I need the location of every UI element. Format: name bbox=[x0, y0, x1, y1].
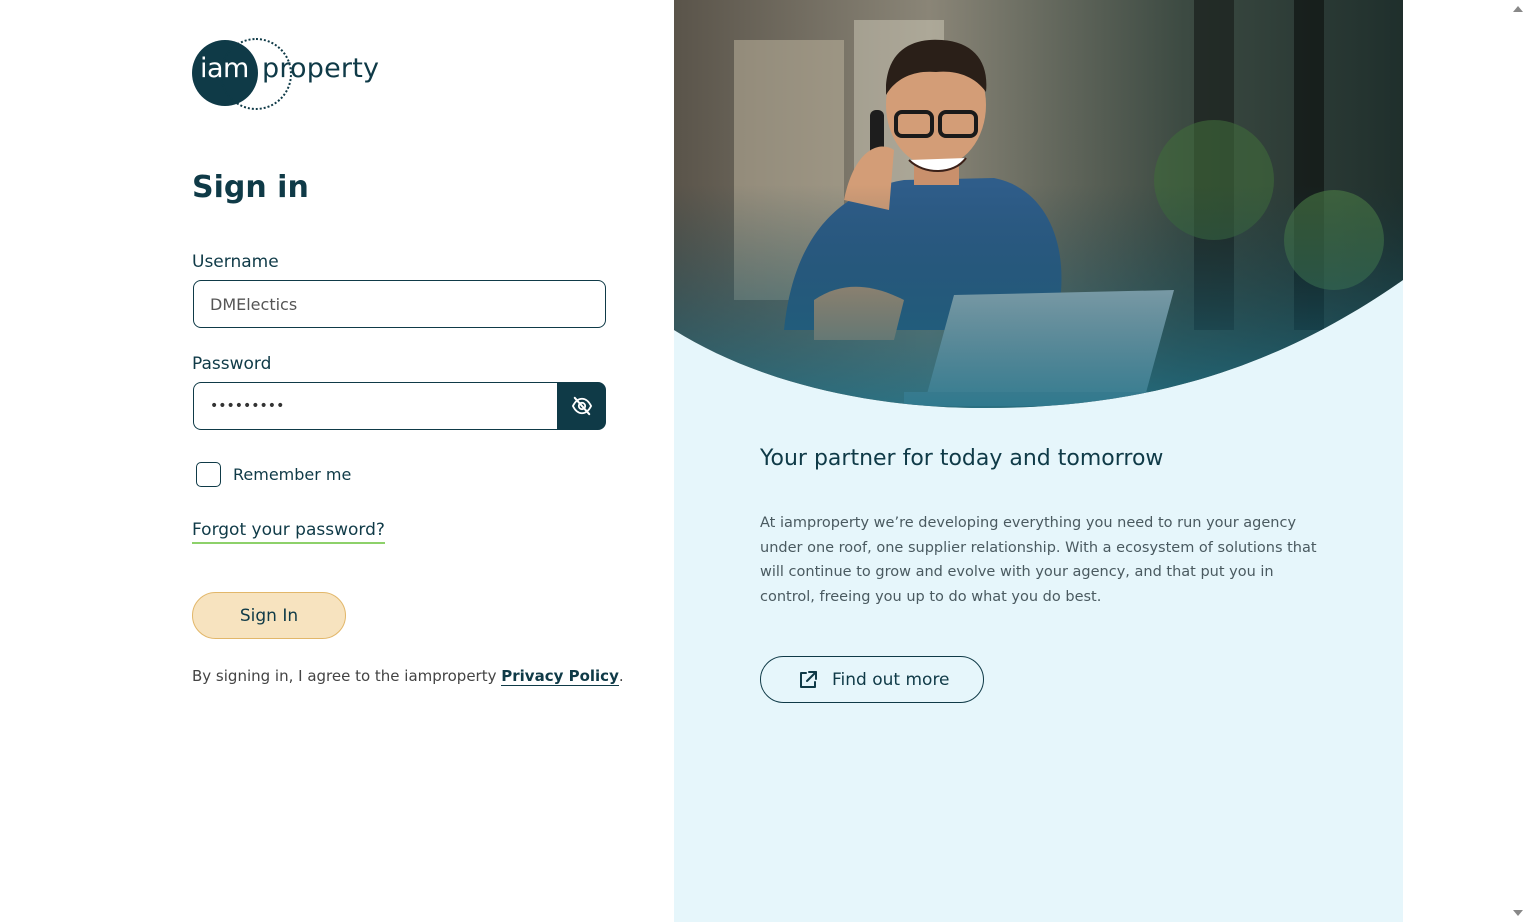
remember-me-checkbox[interactable] bbox=[196, 462, 221, 487]
username-input[interactable] bbox=[193, 280, 606, 328]
remember-me-row: Remember me bbox=[196, 462, 351, 487]
panel-heading: Your partner for today and tomorrow bbox=[760, 446, 1164, 471]
hero-photo bbox=[674, 0, 1403, 408]
privacy-policy-link[interactable]: Privacy Policy bbox=[501, 667, 619, 686]
sign-in-column: iam property Sign in Username Password R… bbox=[0, 0, 674, 922]
username-label: Username bbox=[192, 252, 279, 272]
iamproperty-logo: iam property bbox=[192, 38, 392, 110]
password-label: Password bbox=[192, 354, 272, 374]
logo-mark-text: iam bbox=[200, 53, 249, 84]
password-input[interactable] bbox=[193, 382, 559, 430]
find-out-more-label: Find out more bbox=[832, 669, 950, 690]
agreement-text: By signing in, I agree to the iampropert… bbox=[192, 667, 624, 686]
password-field-group bbox=[193, 382, 606, 430]
sign-in-page: iam property Sign in Username Password R… bbox=[0, 0, 1526, 922]
scroll-up-arrow-icon[interactable] bbox=[1513, 6, 1523, 12]
find-out-more-button[interactable]: Find out more bbox=[760, 656, 984, 703]
panel-body-text: At iamproperty we’re developing everythi… bbox=[760, 515, 1317, 605]
forgot-password-link[interactable]: Forgot your password? bbox=[192, 520, 385, 544]
remember-me-label[interactable]: Remember me bbox=[233, 465, 351, 484]
external-link-icon bbox=[798, 670, 818, 690]
eye-slash-icon bbox=[571, 396, 592, 416]
show-password-button[interactable] bbox=[557, 382, 606, 430]
logo-word-text: property bbox=[262, 53, 380, 84]
scroll-down-arrow-icon[interactable] bbox=[1513, 910, 1523, 916]
page-title: Sign in bbox=[192, 170, 309, 205]
sign-in-button[interactable]: Sign In bbox=[192, 592, 346, 639]
page-scrollbar[interactable] bbox=[1509, 0, 1526, 922]
agreement-suffix: . bbox=[618, 667, 624, 685]
agreement-prefix: By signing in, I agree to the iampropert… bbox=[192, 667, 502, 685]
info-panel: Your partner for today and tomorrow At i… bbox=[674, 0, 1403, 922]
